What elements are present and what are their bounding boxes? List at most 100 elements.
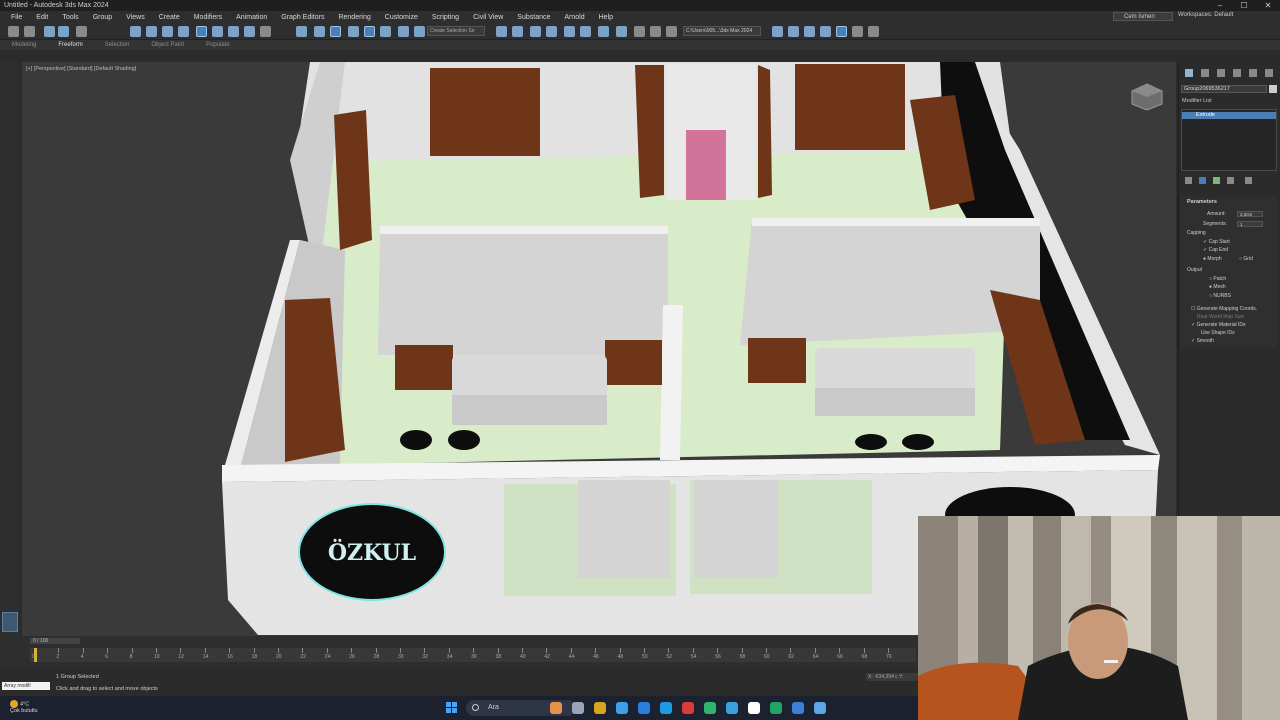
align-icon[interactable] — [512, 26, 523, 37]
menu-file[interactable]: File — [4, 14, 29, 21]
menu-civil-view[interactable]: Civil View — [466, 14, 510, 21]
undo-icon[interactable] — [8, 26, 19, 37]
taskbar-app-icon[interactable] — [660, 702, 672, 714]
rotate-icon[interactable] — [212, 26, 223, 37]
track-bar[interactable]: 0246810121416182022242628303234363840424… — [30, 648, 916, 662]
rectangular-selection-icon[interactable] — [162, 26, 173, 37]
taskbar-app-icon[interactable] — [616, 702, 628, 714]
smooth-checkbox[interactable]: ✓ Smooth — [1191, 338, 1214, 344]
taskbar-app-icon[interactable] — [726, 702, 738, 714]
taskbar-app-icon[interactable] — [594, 702, 606, 714]
taskbar-app-icon[interactable] — [792, 702, 804, 714]
toggle-scene-explorer-icon[interactable] — [546, 26, 557, 37]
mesh-radio[interactable]: ● Mesh — [1209, 284, 1226, 290]
windows-start-icon[interactable] — [446, 702, 458, 714]
rollout-title[interactable]: Parameters — [1187, 199, 1217, 205]
maximize-button[interactable]: ☐ — [1232, 0, 1256, 11]
snap-toggle-icon[interactable] — [330, 26, 341, 37]
object-color-swatch[interactable] — [1269, 85, 1277, 93]
spinner-snap-icon[interactable] — [380, 26, 391, 37]
pivot-center-icon[interactable] — [296, 26, 307, 37]
viewcube-icon[interactable] — [1128, 82, 1166, 112]
layer-explorer-icon[interactable] — [530, 26, 541, 37]
taskbar-app-icon[interactable] — [814, 702, 826, 714]
link-icon[interactable] — [44, 26, 55, 37]
render-setup-icon[interactable] — [616, 26, 627, 37]
scale-icon[interactable] — [228, 26, 239, 37]
move-icon[interactable] — [196, 26, 207, 37]
menu-group[interactable]: Group — [86, 14, 119, 21]
taskbar-app-icon[interactable] — [770, 702, 782, 714]
select-by-name-icon[interactable] — [146, 26, 157, 37]
taskbar-app-icon[interactable] — [748, 702, 760, 714]
render-icon[interactable] — [650, 26, 661, 37]
cap-end-checkbox[interactable]: ✓ Cap End — [1203, 247, 1228, 253]
playhead[interactable] — [34, 648, 37, 662]
redo-icon[interactable] — [24, 26, 35, 37]
menu-animation[interactable]: Animation — [229, 14, 274, 21]
menu-rendering[interactable]: Rendering — [331, 14, 377, 21]
curve-editor-icon[interactable] — [564, 26, 575, 37]
minimize-button[interactable]: – — [1208, 0, 1232, 11]
tab-selection[interactable]: Selection — [105, 42, 130, 48]
use-shape-checkbox[interactable]: Use Shape IDs — [1201, 330, 1235, 336]
taskbar-app-icon[interactable] — [572, 702, 584, 714]
cap-start-checkbox[interactable]: ✓ Cap Start — [1203, 239, 1230, 245]
modifier-stack[interactable]: Extrude — [1181, 109, 1277, 171]
unlink-icon[interactable] — [58, 26, 69, 37]
mirror-icon[interactable] — [496, 26, 507, 37]
taskbar-app-icon[interactable] — [550, 702, 562, 714]
material-editor-icon[interactable] — [598, 26, 609, 37]
segments-spinner[interactable]: 1 — [1237, 221, 1263, 227]
command-tabs[interactable] — [1183, 66, 1280, 80]
modifier-list-dropdown[interactable]: Modifier List — [1182, 98, 1212, 104]
named-sel-icon[interactable] — [414, 26, 425, 37]
tab-freeform[interactable]: Freeform — [58, 42, 82, 48]
time-slider[interactable]: 0 / 100 — [30, 638, 80, 644]
modifier-extrude[interactable]: Extrude — [1182, 112, 1276, 119]
menu-modifiers[interactable]: Modifiers — [187, 14, 229, 21]
weather-widget[interactable]: 4°C Çok bulutlu — [10, 700, 38, 715]
workspace-selector[interactable]: Workspaces: Default — [1178, 12, 1233, 18]
angle-snap-icon[interactable] — [348, 26, 359, 37]
menu-scripting[interactable]: Scripting — [425, 14, 466, 21]
menu-graph-editors[interactable]: Graph Editors — [274, 14, 331, 21]
menu-arnold[interactable]: Arnold — [557, 14, 591, 21]
open-file-icon[interactable] — [772, 26, 783, 37]
real-world-checkbox[interactable]: Real-World Map Size — [1197, 314, 1244, 320]
stack-tools[interactable] — [1181, 176, 1277, 186]
taskbar-app-icon[interactable] — [638, 702, 650, 714]
project-path-field[interactable]: C:\Users\905...\3ds Max 2024 — [683, 26, 761, 36]
morph-radio[interactable]: ● Morph — [1203, 256, 1222, 262]
viewport-label[interactable]: [+] [Perspective] [Standard] [Default Sh… — [26, 66, 136, 72]
save-icon[interactable] — [788, 26, 799, 37]
help-icon[interactable] — [868, 26, 879, 37]
gen-material-checkbox[interactable]: ✓ Generate Material IDs — [1191, 322, 1246, 328]
percent-snap-icon[interactable] — [364, 26, 375, 37]
rendered-frame-icon[interactable] — [634, 26, 645, 37]
select-object-icon[interactable] — [130, 26, 141, 37]
maxscript-listener[interactable]: Array modifi — [2, 682, 50, 690]
selection-filter-icon[interactable] — [76, 26, 87, 37]
folder-icon[interactable] — [820, 26, 831, 37]
menu-customize[interactable]: Customize — [378, 14, 425, 21]
reference-coord-icon[interactable] — [260, 26, 271, 37]
viewport-layout-button[interactable] — [2, 612, 18, 632]
window-crossing-icon[interactable] — [178, 26, 189, 37]
close-button[interactable]: ✕ — [1256, 0, 1280, 11]
account-dropdown[interactable]: Cem İsmen — [1113, 12, 1173, 21]
amount-spinner[interactable]: 2,0cm — [1237, 211, 1263, 217]
taskbar-app-icon[interactable] — [682, 702, 694, 714]
menu-views[interactable]: Views — [119, 14, 152, 21]
gen-mapping-checkbox[interactable]: ☐ Generate Mapping Coords. — [1191, 306, 1257, 312]
render-cloud-icon[interactable] — [666, 26, 677, 37]
patch-radio[interactable]: ○ Patch — [1209, 276, 1226, 282]
auto-backup-icon[interactable] — [836, 26, 847, 37]
nurbs-radio[interactable]: ○ NURBS — [1209, 293, 1231, 299]
menu-tools[interactable]: Tools — [55, 14, 85, 21]
tab-modeling[interactable]: Modeling — [12, 42, 36, 48]
object-name-field[interactable]: Group2069536217 — [1181, 85, 1267, 93]
tab-object-paint[interactable]: Object Paint — [151, 42, 184, 48]
menu-help[interactable]: Help — [592, 14, 620, 21]
menu-create[interactable]: Create — [152, 14, 187, 21]
